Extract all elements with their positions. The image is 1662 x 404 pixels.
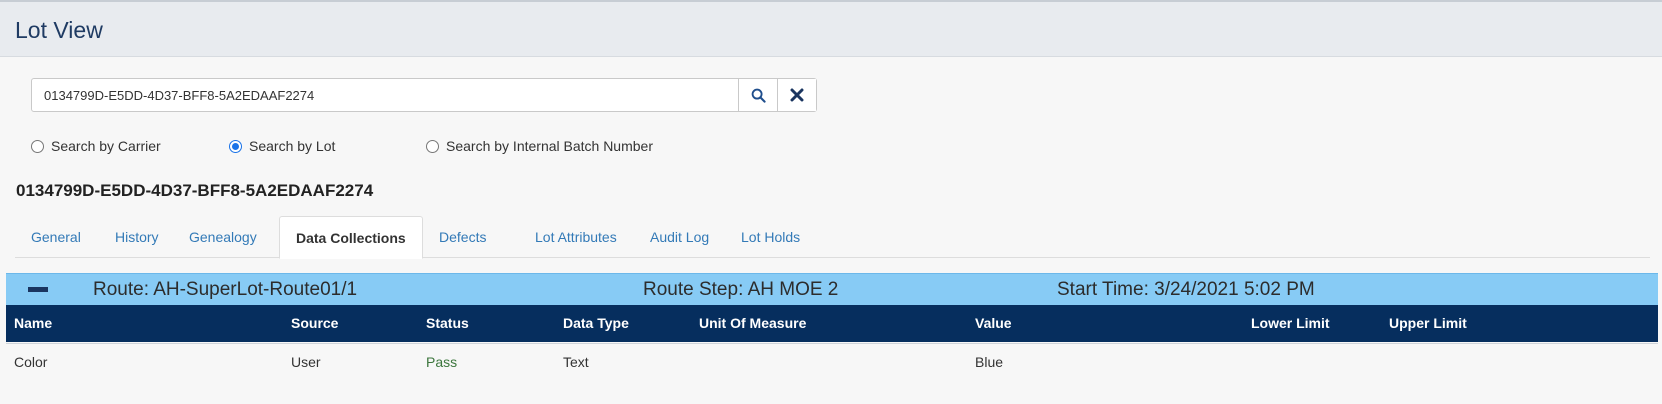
column-header-data-type[interactable]: Data Type	[563, 315, 629, 331]
column-header-name[interactable]: Name	[14, 315, 52, 331]
radio-search-by-lot[interactable]: Search by Lot	[229, 138, 335, 154]
clear-search-button[interactable]	[777, 79, 816, 111]
search-button[interactable]	[738, 79, 777, 111]
tab-data-collections[interactable]: Data Collections	[279, 216, 423, 259]
minus-icon[interactable]	[28, 287, 48, 292]
tab-lot-holds[interactable]: Lot Holds	[725, 216, 816, 258]
cell-name: Color	[14, 354, 48, 370]
search-input[interactable]	[32, 79, 738, 111]
column-header-unit-of-measure[interactable]: Unit Of Measure	[699, 315, 806, 331]
tab-lot-attributes[interactable]: Lot Attributes	[519, 216, 633, 258]
radio-button[interactable]	[31, 139, 44, 153]
tab-genealogy[interactable]: Genealogy	[173, 216, 273, 258]
search-bar	[31, 78, 817, 112]
tab-audit-log[interactable]: Audit Log	[634, 216, 725, 258]
radio-search-by-carrier[interactable]: Search by Carrier	[31, 138, 161, 154]
radio-button[interactable]	[426, 139, 439, 153]
grid-header: Name Source Status Data Type Unit Of Mea…	[6, 305, 1658, 342]
radio-label: Search by Carrier	[51, 138, 161, 154]
column-header-lower-limit[interactable]: Lower Limit	[1251, 315, 1330, 331]
route-label: Route: AH-SuperLot-Route01/1	[93, 279, 358, 300]
cell-source: User	[291, 354, 321, 370]
tab-history[interactable]: History	[99, 216, 175, 258]
page-title: Lot View	[15, 17, 103, 43]
radio-label: Search by Lot	[249, 138, 336, 154]
cell-status: Pass	[426, 354, 458, 370]
lot-id-heading: 0134799D-E5DD-4D37-BFF8-5A2EDAAF2274	[16, 181, 374, 200]
tab-bar: General History Genealogy Data Collectio…	[15, 216, 1650, 259]
table-row[interactable]: Color User Pass Text Blue	[6, 343, 1658, 379]
radio-label: Search by Internal Batch Number	[446, 138, 653, 154]
close-icon	[790, 88, 804, 102]
column-header-value[interactable]: Value	[975, 315, 1012, 331]
radio-button-selected[interactable]	[229, 139, 242, 153]
page-header: Lot View	[0, 2, 1662, 57]
tab-general[interactable]: General	[15, 216, 97, 258]
column-header-status[interactable]: Status	[426, 315, 469, 331]
route-step-label: Route Step: AH MOE 2	[643, 279, 839, 300]
start-time-label: Start Time: 3/24/2021 5:02 PM	[1057, 279, 1315, 300]
cell-data-type: Text	[563, 354, 589, 370]
search-icon	[751, 88, 766, 103]
cell-value: Blue	[975, 354, 1004, 370]
tab-defects[interactable]: Defects	[423, 216, 502, 258]
column-header-upper-limit[interactable]: Upper Limit	[1389, 315, 1467, 331]
column-header-source[interactable]: Source	[291, 315, 338, 331]
route-group-header: Route: AH-SuperLot-Route01/1 Route Step:…	[6, 273, 1658, 305]
radio-search-by-internal-batch-number[interactable]: Search by Internal Batch Number	[426, 138, 653, 154]
